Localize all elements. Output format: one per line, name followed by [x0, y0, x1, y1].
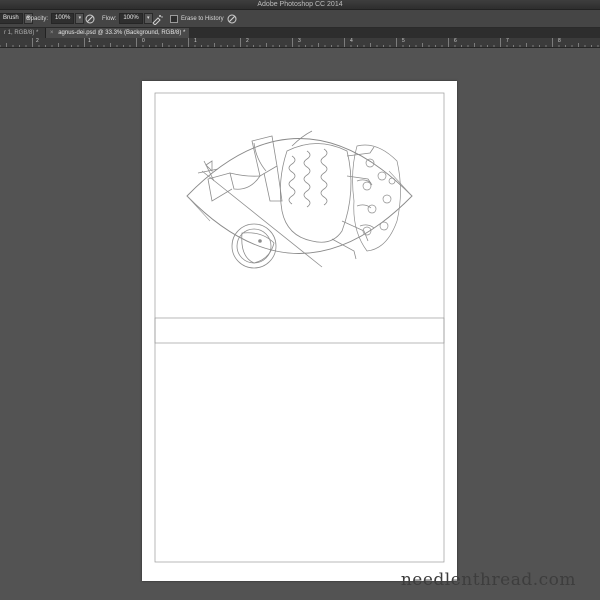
- ruler-label: 6: [454, 38, 457, 44]
- tab-layer-1[interactable]: r 1, RGB/8) *: [0, 28, 46, 38]
- opacity-field[interactable]: 100%: [51, 13, 75, 24]
- erase-to-history-label: Erase to History: [181, 15, 224, 22]
- ruler-label: 0: [142, 38, 145, 44]
- mandorla-tip-left: [186, 195, 211, 222]
- flow-label: Flow:: [102, 15, 117, 22]
- tab-agnus-dei-label: agnus-dei.psd @ 33.3% (Background, RGB/8…: [58, 30, 186, 36]
- app-title: Adobe Photoshop CC 2014: [257, 1, 343, 8]
- ruler-label: 2: [36, 38, 39, 44]
- flowering-shrub: [352, 144, 401, 252]
- options-bar: Brush ▾ Opacity: 100% ▾ Flow: 100% ▾ Era…: [0, 10, 600, 28]
- pressure-size-icon[interactable]: [226, 13, 238, 25]
- pressure-opacity-icon[interactable]: [84, 13, 96, 25]
- tab-agnus-dei[interactable]: × agnus-dei.psd @ 33.3% (Background, RGB…: [45, 28, 190, 38]
- tab-layer-1-label: r 1, RGB/8) *: [4, 30, 39, 36]
- horizontal-ruler: 2 1 0 1 2 3 4 5 6 7 8: [0, 38, 600, 48]
- title-bar: Adobe Photoshop CC 2014: [0, 0, 600, 10]
- ruler-label: 1: [194, 38, 197, 44]
- ruler-label: 4: [350, 38, 353, 44]
- airbrush-icon[interactable]: [151, 13, 163, 25]
- ruler-label: 5: [402, 38, 405, 44]
- banner-flag: [207, 135, 283, 202]
- ruler-label: 1: [88, 38, 91, 44]
- text-band: [154, 317, 445, 344]
- flow-field[interactable]: 100%: [119, 13, 143, 24]
- ruler-label: 7: [506, 38, 509, 44]
- document-tab-bar: r 1, RGB/8) * × agnus-dei.psd @ 33.3% (B…: [0, 28, 600, 38]
- site-watermark: needlenthread.com: [400, 570, 576, 590]
- ruler-label: 8: [558, 38, 561, 44]
- outer-frame: [154, 92, 445, 563]
- document-canvas[interactable]: [142, 81, 457, 581]
- erase-to-history-checkbox[interactable]: [170, 14, 178, 23]
- close-tab-icon[interactable]: ×: [50, 30, 54, 36]
- ruler-label: 3: [298, 38, 301, 44]
- tool-preset-field[interactable]: Brush: [0, 13, 23, 24]
- ruler-label: 2: [246, 38, 249, 44]
- opacity-label: Opacity:: [26, 15, 49, 22]
- agnus-dei-artwork: [154, 92, 445, 563]
